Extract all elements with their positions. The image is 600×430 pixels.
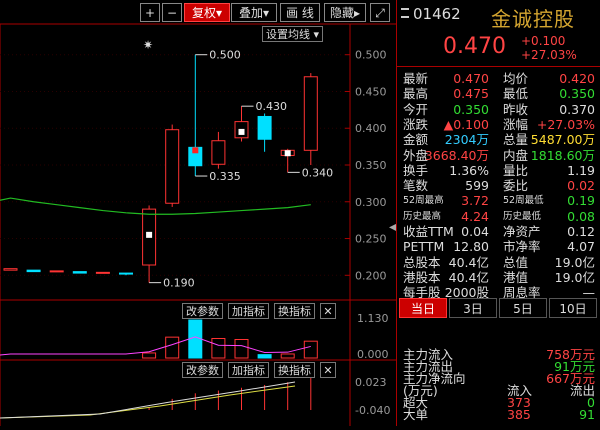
candle-body xyxy=(211,140,226,165)
star-icon: ✷ xyxy=(143,38,154,52)
flow-detail-in: 385 xyxy=(507,407,531,422)
price-marker xyxy=(238,128,245,135)
flow-detail-row: 大单 385 91 xyxy=(403,406,595,423)
sub2-add-indicator-button[interactable]: 加指标 xyxy=(228,362,269,378)
hide-label: 隐藏 xyxy=(329,6,354,20)
overlay-chevron-icon: ▾ xyxy=(262,6,270,20)
sub1-switch-indicator-button[interactable]: 换指标 xyxy=(274,303,315,319)
annotation-label: 0.430 xyxy=(256,100,288,113)
volume-bar xyxy=(257,354,272,359)
price-marker xyxy=(284,150,291,157)
flow-detail-out: 91 xyxy=(579,407,595,422)
draw-line-button[interactable]: 画 线 xyxy=(280,3,320,22)
annotation-label: 0.190 xyxy=(163,277,195,290)
volume-bar xyxy=(234,339,249,359)
stock-code: 01462 xyxy=(413,5,461,23)
y-tick-label: 0.500 xyxy=(355,49,387,62)
tab-today[interactable]: 当日 xyxy=(399,298,447,318)
ma-setting-chevron-icon: ▾ xyxy=(313,28,320,41)
volume-bar xyxy=(165,336,180,359)
sub2-edit-params-button[interactable]: 改参数 xyxy=(182,362,223,378)
restore-rights-button[interactable]: 复权▾ xyxy=(184,3,230,22)
sub1-add-indicator-button[interactable]: 加指标 xyxy=(228,303,269,319)
overlay-label: 叠加 xyxy=(238,6,263,20)
candle-body xyxy=(119,272,133,275)
y-tick-label: 0.250 xyxy=(355,233,387,246)
sub2-tick-label: -0.040 xyxy=(355,404,390,417)
tab-5day[interactable]: 5日 xyxy=(499,298,547,318)
quote-panel: 01462 金诚控股 0.470 +0.100 +27.03% 最新 0.470 均… xyxy=(396,0,600,426)
price-change-pct: +27.03% xyxy=(521,48,577,62)
candle-body xyxy=(303,76,318,151)
candle-body xyxy=(165,129,180,204)
tab-3day[interactable]: 3日 xyxy=(449,298,497,318)
ma-setting-dropdown[interactable]: 设置均线 ▾ xyxy=(262,26,324,42)
hide-button[interactable]: 隐藏▸ xyxy=(324,3,366,22)
zoom-out-button[interactable]: − xyxy=(162,3,182,22)
annotation-label: 0.335 xyxy=(209,170,241,183)
sub1-edit-params-button[interactable]: 改参数 xyxy=(182,303,223,319)
restore-label: 复权 xyxy=(191,6,216,20)
restore-chevron-icon: ▾ xyxy=(215,6,223,20)
volume-bar xyxy=(211,337,226,359)
zoom-in-button[interactable]: + xyxy=(140,3,160,22)
y-tick-label: 0.350 xyxy=(355,159,387,172)
sub1-close-icon[interactable]: ✕ xyxy=(320,303,336,319)
candle-body xyxy=(95,271,110,274)
sub2-switch-indicator-button[interactable]: 换指标 xyxy=(274,362,315,378)
price-marker xyxy=(192,147,199,154)
menu-icon[interactable] xyxy=(401,8,409,18)
flow-detail-label: 大单 xyxy=(403,407,429,422)
macd-dea-line xyxy=(0,385,296,419)
candle-body xyxy=(3,268,18,271)
candle-body xyxy=(49,270,64,273)
chart-area[interactable]: 0.500 0.450 0.400 0.350 0.300 0.250 0.200 0.500… xyxy=(0,0,397,426)
candle-body xyxy=(257,115,272,140)
sub1-tick-label: 0.000 xyxy=(357,348,389,361)
volume-bar xyxy=(142,352,157,359)
overlay-button[interactable]: 叠加▾ xyxy=(231,3,277,22)
current-price: 0.470 xyxy=(443,34,506,59)
y-tick-label: 0.400 xyxy=(355,122,387,135)
stock-name: 金诚控股 xyxy=(491,7,575,31)
y-tick-label: 0.200 xyxy=(355,269,387,282)
price-change: +0.100 xyxy=(521,34,566,48)
ma-setting-label: 设置均线 xyxy=(266,28,310,41)
annotation-label: 0.500 xyxy=(209,49,241,62)
divider xyxy=(397,66,600,67)
sub2-tick-label: 0.023 xyxy=(355,376,387,389)
hide-chevron-icon: ▸ xyxy=(353,6,361,20)
tab-10day[interactable]: 10日 xyxy=(549,298,597,318)
sub1-tick-label: 1.130 xyxy=(357,312,389,325)
candle-body xyxy=(26,269,41,273)
volume-bar xyxy=(280,353,295,359)
sub2-close-icon[interactable]: ✕ xyxy=(320,362,336,378)
y-tick-label: 0.300 xyxy=(355,196,387,209)
y-tick-label: 0.450 xyxy=(355,85,387,98)
expand-icon[interactable]: ⤢ xyxy=(370,3,390,22)
candle-body xyxy=(72,271,87,274)
macd-dif-line xyxy=(0,381,296,419)
price-marker xyxy=(146,231,153,238)
annotation-label: 0.340 xyxy=(302,166,334,179)
volume-ma-line xyxy=(0,336,311,356)
volume-bar xyxy=(303,340,318,359)
